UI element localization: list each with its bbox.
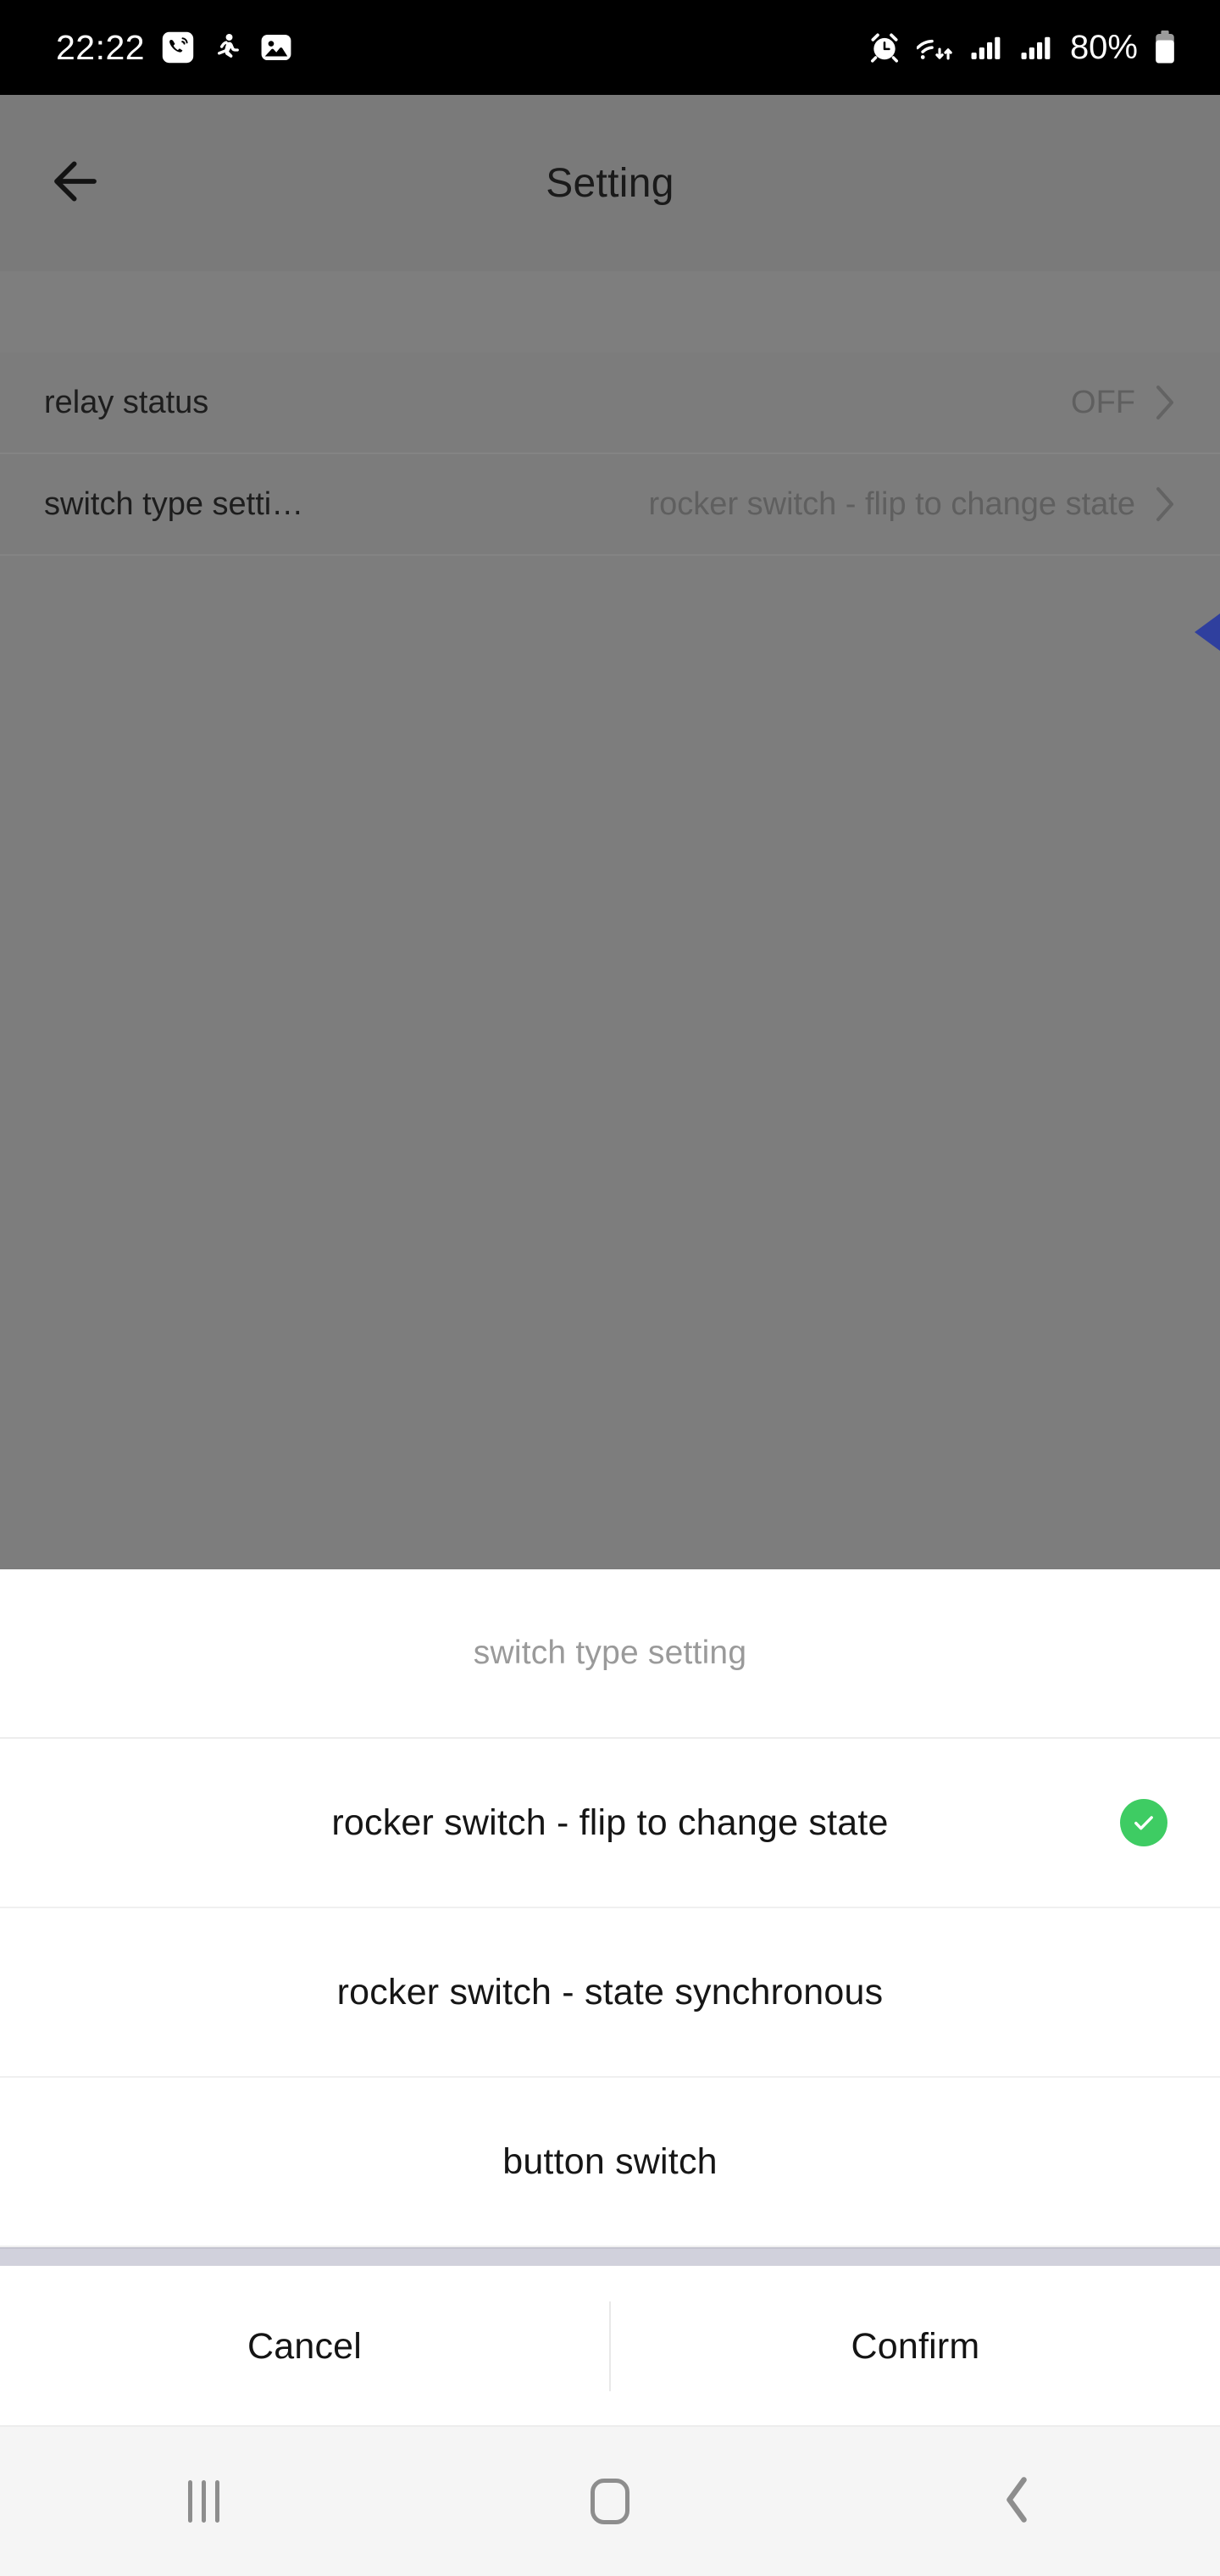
page-title: Setting bbox=[546, 160, 674, 206]
status-bar: 22:22 80% bbox=[0, 0, 1220, 95]
sheet-divider bbox=[0, 2247, 1220, 2266]
wifi-icon bbox=[916, 31, 954, 64]
triangle-left-cursor bbox=[1195, 613, 1220, 651]
back-button[interactable] bbox=[44, 152, 107, 214]
arrow-left-icon bbox=[47, 153, 103, 214]
call-recording-icon bbox=[162, 31, 194, 64]
cancel-button[interactable]: Cancel bbox=[0, 2266, 609, 2427]
settings-row-label: switch type setti… bbox=[44, 486, 304, 522]
nav-back-chevron-icon bbox=[1004, 2476, 1029, 2528]
option-label: button switch bbox=[502, 2140, 718, 2182]
battery-icon bbox=[1154, 31, 1176, 64]
running-person-icon bbox=[211, 31, 243, 64]
nav-back-button[interactable] bbox=[813, 2427, 1220, 2576]
home-icon bbox=[591, 2479, 629, 2524]
signal-sim1-icon bbox=[970, 31, 1004, 64]
option-button-switch[interactable]: button switch bbox=[0, 2078, 1220, 2247]
option-rocker-flip[interactable]: rocker switch - flip to change state bbox=[0, 1739, 1220, 1908]
confirm-button[interactable]: Confirm bbox=[611, 2266, 1220, 2427]
signal-sim2-icon bbox=[1020, 31, 1054, 64]
settings-row-value: rocker switch - flip to change state bbox=[648, 486, 1135, 522]
option-label: rocker switch - flip to change state bbox=[331, 1802, 889, 1843]
settings-row-switch-type[interactable]: switch type setti… rocker switch - flip … bbox=[0, 454, 1220, 556]
settings-row-relay-status[interactable]: relay status OFF bbox=[0, 353, 1220, 454]
status-bar-clock: 22:22 bbox=[56, 27, 146, 67]
phone-screen: 22:22 80% Setting relay status OFF switc… bbox=[0, 0, 1220, 2576]
sheet-actions: Cancel Confirm bbox=[0, 2266, 1220, 2427]
option-rocker-synchronous[interactable]: rocker switch - state synchronous bbox=[0, 1908, 1220, 2078]
recents-button[interactable] bbox=[0, 2427, 407, 2576]
android-nav-bar bbox=[0, 2425, 1220, 2576]
settings-row-label: relay status bbox=[44, 384, 209, 420]
home-button[interactable] bbox=[407, 2427, 813, 2576]
header-spacer bbox=[0, 271, 1220, 353]
battery-percent-label: 80% bbox=[1069, 29, 1138, 66]
switch-type-bottom-sheet: switch type setting rocker switch - flip… bbox=[0, 1569, 1220, 2425]
check-circle-icon bbox=[1120, 1799, 1167, 1846]
chevron-right-icon bbox=[1154, 486, 1176, 523]
dimmed-app-background: Setting relay status OFF switch type set… bbox=[0, 95, 1220, 1569]
alarm-clock-icon bbox=[868, 31, 901, 64]
recents-icon bbox=[187, 2480, 219, 2523]
option-label: rocker switch - state synchronous bbox=[336, 1971, 884, 2012]
settings-row-value: OFF bbox=[1071, 384, 1135, 420]
chevron-right-icon bbox=[1154, 384, 1176, 421]
settings-list: relay status OFF switch type setti… rock… bbox=[0, 353, 1220, 556]
status-bar-right: 80% bbox=[868, 31, 1220, 64]
app-content-area bbox=[0, 556, 1220, 1569]
sheet-title: switch type setting bbox=[0, 1569, 1220, 1739]
status-bar-left: 22:22 bbox=[0, 27, 292, 67]
gallery-image-icon bbox=[260, 31, 292, 64]
app-header: Setting bbox=[0, 95, 1220, 271]
